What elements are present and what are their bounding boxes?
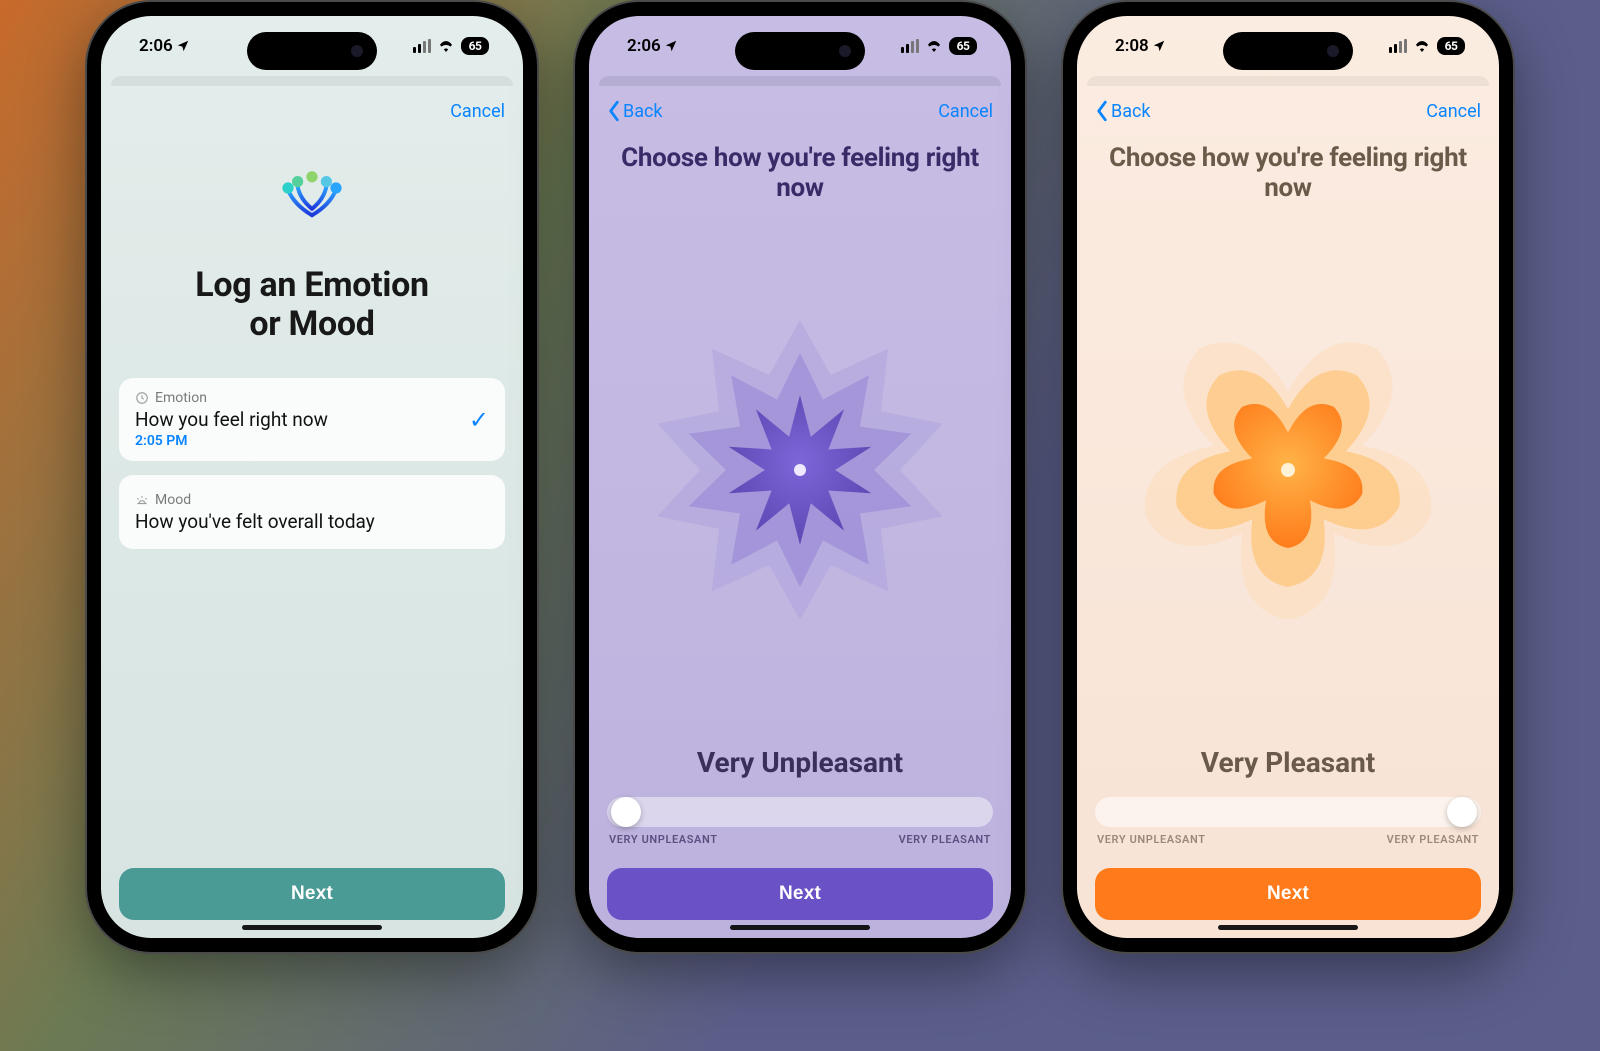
mood-graphic-unpleasant (607, 194, 993, 746)
status-bar: 2:06 65 (589, 16, 1011, 76)
slider-thumb[interactable] (611, 797, 641, 827)
back-button[interactable]: Back (1095, 100, 1151, 122)
signal-icon (901, 39, 919, 53)
slider-labels: VERY UNPLEASANT VERY PLEASANT (1095, 833, 1481, 846)
cancel-button[interactable]: Cancel (1426, 101, 1481, 122)
sheet: Back Cancel Choose how you're feeling ri… (1079, 86, 1497, 938)
nav-bar: Back Cancel (1095, 86, 1481, 136)
clock-icon (135, 391, 149, 405)
next-button[interactable]: Next (607, 868, 993, 920)
slider-max-label: VERY PLEASANT (1387, 833, 1479, 846)
battery-badge: 65 (1437, 37, 1465, 55)
mood-graphic-pleasant (1095, 194, 1481, 746)
sheet-background-stub (1087, 76, 1489, 86)
sheet-background-stub (599, 76, 1001, 86)
option-mood[interactable]: Mood How you've felt overall today (119, 475, 505, 549)
option-time: 2:05 PM (135, 433, 455, 449)
home-indicator (1218, 925, 1358, 930)
slider-labels: VERY UNPLEASANT VERY PLEASANT (607, 833, 993, 846)
wifi-icon (925, 39, 943, 53)
screen: 2:06 65 Back Cancel Choose how you're fe… (589, 16, 1011, 938)
next-button[interactable]: Next (1095, 868, 1481, 920)
signal-icon (413, 39, 431, 53)
signal-icon (1389, 39, 1407, 53)
location-icon (176, 39, 190, 53)
option-eyebrow: Emotion (155, 390, 207, 406)
sheet-background-stub (111, 76, 513, 86)
location-icon (664, 39, 678, 53)
cancel-button[interactable]: Cancel (938, 101, 993, 122)
slider-max-label: VERY PLEASANT (899, 833, 991, 846)
checkmark-icon: ✓ (469, 406, 489, 434)
phone-frame: 2:06 65 Cancel (87, 2, 537, 952)
slider-thumb[interactable] (1447, 797, 1477, 827)
wifi-icon (437, 39, 455, 53)
chevron-left-icon (1095, 100, 1109, 122)
back-button[interactable]: Back (607, 100, 663, 122)
sheet: Cancel (103, 86, 521, 938)
back-label: Back (623, 101, 663, 122)
option-list: Emotion How you feel right now 2:05 PM ✓… (119, 378, 505, 549)
wellbeing-icon (270, 164, 354, 248)
wifi-icon (1413, 39, 1431, 53)
back-label: Back (1111, 101, 1151, 122)
next-button[interactable]: Next (119, 868, 505, 920)
home-indicator (730, 925, 870, 930)
option-emotion[interactable]: Emotion How you feel right now 2:05 PM ✓ (119, 378, 505, 461)
cancel-button[interactable]: Cancel (450, 101, 505, 122)
sheet: Back Cancel Choose how you're feeling ri… (591, 86, 1009, 938)
location-icon (1152, 39, 1166, 53)
mood-slider[interactable] (1095, 797, 1481, 827)
mood-slider[interactable] (607, 797, 993, 827)
status-bar: 2:08 65 (1077, 16, 1499, 76)
status-time: 2:08 (1115, 36, 1149, 56)
screen: 2:08 65 Back Cancel Choose how you're fe… (1077, 16, 1499, 938)
phone-frame: 2:08 65 Back Cancel Choose how you're fe… (1063, 2, 1513, 952)
nav-bar: Cancel (119, 86, 505, 136)
phone-frame: 2:06 65 Back Cancel Choose how you're fe… (575, 2, 1025, 952)
screen: 2:06 65 Cancel (101, 16, 523, 938)
status-bar: 2:06 65 (101, 16, 523, 76)
battery-badge: 65 (949, 37, 977, 55)
status-time: 2:06 (139, 36, 173, 56)
option-label: How you've felt overall today (135, 510, 489, 533)
mood-word: Very Pleasant (1095, 746, 1481, 779)
sunrise-icon (135, 493, 149, 507)
mood-word: Very Unpleasant (607, 746, 993, 779)
option-eyebrow: Mood (155, 492, 191, 508)
status-time: 2:06 (627, 36, 661, 56)
home-indicator (242, 925, 382, 930)
slider-min-label: VERY UNPLEASANT (1097, 833, 1206, 846)
chevron-left-icon (607, 100, 621, 122)
battery-badge: 65 (461, 37, 489, 55)
page-title: Log an Emotion or Mood (119, 266, 505, 344)
nav-bar: Back Cancel (607, 86, 993, 136)
option-label: How you feel right now (135, 408, 455, 431)
slider-min-label: VERY UNPLEASANT (609, 833, 718, 846)
